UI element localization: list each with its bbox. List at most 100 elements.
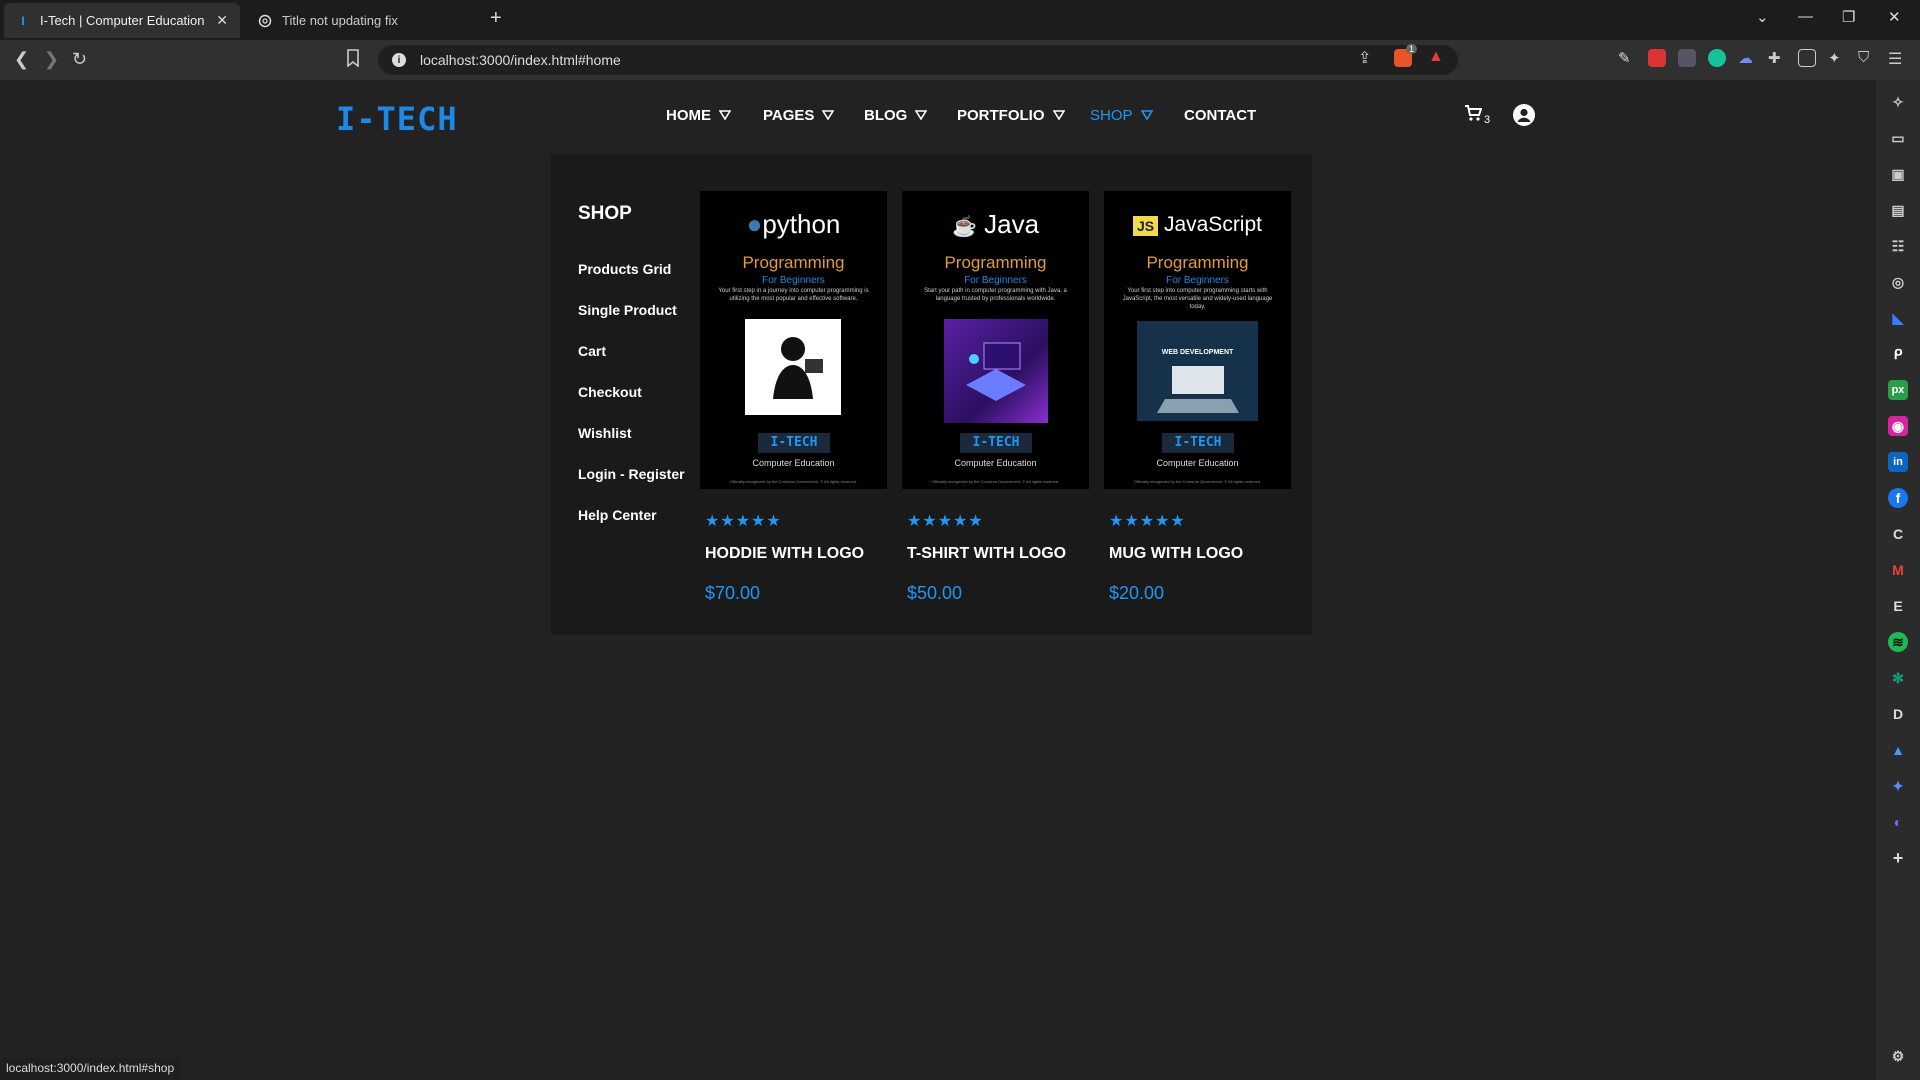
site-logo[interactable]: I-TECH bbox=[336, 100, 458, 138]
spotify-icon[interactable]: ≋ bbox=[1888, 632, 1908, 652]
browser-tab-bar: I I-Tech | Computer Education In ✕ Title… bbox=[0, 0, 1920, 40]
cover-subtitle: For Beginners bbox=[964, 275, 1027, 286]
product-image-python[interactable]: ●python Programming For Beginners Your f… bbox=[700, 191, 887, 489]
grammarly-icon[interactable] bbox=[1708, 49, 1726, 67]
linkedin-icon[interactable]: in bbox=[1888, 452, 1908, 472]
nav-pages[interactable]: PAGES bbox=[763, 107, 835, 124]
cart-count: 3 bbox=[1484, 114, 1491, 126]
cover-language-text: python bbox=[762, 209, 841, 239]
menu-link-cart[interactable]: Cart bbox=[578, 343, 606, 359]
nav-label: PORTFOLIO bbox=[957, 107, 1045, 124]
nav-portfolio[interactable]: PORTFOLIO bbox=[957, 107, 1065, 124]
instagram-icon[interactable]: ◉ bbox=[1888, 416, 1908, 436]
vpn-shield-icon[interactable]: ⛉ bbox=[1858, 49, 1876, 67]
rating-stars: ★★★★★ bbox=[907, 513, 984, 530]
tab-inactive[interactable]: Title not updating fix bbox=[246, 3, 482, 38]
product-image-javascript[interactable]: JS JavaScript Programming For Beginners … bbox=[1104, 191, 1291, 489]
settings-gear-icon[interactable]: ⚙ bbox=[1888, 1046, 1908, 1066]
nav-label: PAGES bbox=[763, 107, 815, 124]
menu-link-help-center[interactable]: Help Center bbox=[578, 507, 657, 523]
tab-title: I-Tech | Computer Education In bbox=[40, 13, 209, 28]
cover-subtitle: For Beginners bbox=[762, 275, 825, 286]
copilot-icon[interactable]: ◐ bbox=[1888, 812, 1908, 832]
gmail-icon[interactable]: M bbox=[1888, 560, 1908, 580]
address-bar[interactable]: i localhost:3000/index.html#home bbox=[378, 45, 1458, 75]
wallet-icon[interactable] bbox=[1798, 49, 1816, 67]
c-icon[interactable]: C bbox=[1888, 524, 1908, 544]
cover-subtitle: For Beginners bbox=[1166, 275, 1229, 286]
back-icon[interactable]: ❮ bbox=[14, 49, 29, 70]
cover-footer: Officially recognized by the Comoros Gov… bbox=[931, 479, 1060, 484]
cover-language: ☕ Java bbox=[951, 209, 1040, 239]
minimize-icon[interactable]: — bbox=[1798, 8, 1813, 25]
site-info-icon[interactable]: i bbox=[392, 53, 406, 67]
nav-blog[interactable]: BLOG bbox=[864, 107, 928, 124]
cover-brand-subtitle: Computer Education bbox=[954, 458, 1037, 468]
share-icon[interactable]: ⇪ bbox=[1358, 48, 1371, 68]
postman-icon[interactable]: ᑭ bbox=[1888, 344, 1908, 364]
history-icon[interactable]: ◎ bbox=[1888, 272, 1908, 292]
menu-link-login-register[interactable]: Login - Register bbox=[578, 466, 685, 482]
product-name[interactable]: MUG WITH LOGO bbox=[1109, 545, 1243, 563]
user-account-icon[interactable] bbox=[1513, 104, 1535, 126]
browser-sidebar: ✧ ▭ ▣ ▤ ☷ ◎ ◣ ᑭ px ◉ in f C M E ≋ ✻ D ▲ … bbox=[1876, 80, 1920, 1080]
brave-rewards-icon[interactable]: ▲ bbox=[1428, 48, 1444, 66]
gemini-icon[interactable]: ✦ bbox=[1888, 776, 1908, 796]
nav-shop[interactable]: SHOP bbox=[1090, 107, 1153, 124]
tab-list-chevron-icon[interactable]: ⌄ bbox=[1756, 8, 1769, 26]
cover-brand-subtitle: Computer Education bbox=[752, 458, 835, 468]
azure-icon[interactable]: ▲ bbox=[1888, 740, 1908, 760]
menu-link-checkout[interactable]: Checkout bbox=[578, 384, 642, 400]
e-icon[interactable]: E bbox=[1888, 596, 1908, 616]
mega-menu-title: SHOP bbox=[578, 203, 632, 224]
product-price: $50.00 bbox=[907, 583, 963, 603]
nav-home[interactable]: HOME bbox=[666, 107, 731, 124]
pixel-icon[interactable]: px bbox=[1888, 380, 1908, 400]
rating-stars: ★★★★★ bbox=[705, 513, 782, 530]
cover-illustration bbox=[944, 319, 1048, 423]
menu-link-products-grid[interactable]: Products Grid bbox=[578, 261, 671, 277]
nav-contact[interactable]: CONTACT bbox=[1184, 107, 1256, 124]
menu-link-wishlist[interactable]: Wishlist bbox=[578, 425, 632, 441]
chatgpt-sidebar-icon[interactable]: ✻ bbox=[1888, 668, 1908, 688]
cover-language-text: Java bbox=[984, 209, 1040, 239]
cover-illustration: WEB DEVELOPMENT bbox=[1137, 321, 1258, 421]
nav-label: BLOG bbox=[864, 107, 908, 124]
restore-icon[interactable]: ❐ bbox=[1842, 8, 1855, 26]
menu-link-single-product[interactable]: Single Product bbox=[578, 302, 677, 318]
cover-title: Programming bbox=[1146, 253, 1249, 272]
bookmark-icon[interactable] bbox=[346, 49, 360, 72]
vercel-icon[interactable]: ◣ bbox=[1888, 308, 1908, 328]
add-sidebar-item-icon[interactable]: + bbox=[1888, 848, 1908, 868]
pen-icon[interactable]: ✎ bbox=[1618, 49, 1636, 67]
cover-language: JS JavaScript bbox=[1104, 213, 1291, 237]
close-window-icon[interactable]: ✕ bbox=[1888, 8, 1901, 26]
d-icon[interactable]: D bbox=[1888, 704, 1908, 724]
playlist-icon[interactable]: ▭ bbox=[1888, 128, 1908, 148]
cover-illustration bbox=[745, 319, 841, 415]
facebook-icon[interactable]: f bbox=[1888, 488, 1908, 508]
tab-active[interactable]: I I-Tech | Computer Education In ✕ bbox=[4, 3, 240, 38]
product-image-java[interactable]: ☕ Java Programming For Beginners Start y… bbox=[902, 191, 1089, 489]
tab-title: Title not updating fix bbox=[282, 13, 398, 28]
menu-icon[interactable]: ☰ bbox=[1888, 49, 1906, 68]
bookmarks-sidebar-icon[interactable]: ▤ bbox=[1888, 200, 1908, 220]
leo-sidebar-icon[interactable]: ✧ bbox=[1888, 92, 1908, 112]
chatgpt-icon bbox=[258, 14, 272, 28]
forward-icon[interactable]: ❯ bbox=[44, 49, 59, 70]
cart-icon[interactable] bbox=[1464, 104, 1483, 128]
product-name[interactable]: HODDIE WITH LOGO bbox=[705, 545, 864, 563]
wallet-sidebar-icon[interactable]: ▣ bbox=[1888, 164, 1908, 184]
product-name[interactable]: T-SHIRT WITH LOGO bbox=[907, 545, 1066, 563]
new-tab-icon[interactable]: + bbox=[490, 7, 502, 30]
extension-grid-icon[interactable] bbox=[1678, 49, 1696, 67]
leo-ai-icon[interactable]: ✦ bbox=[1828, 49, 1846, 67]
cloud-icon[interactable]: ☁ bbox=[1738, 49, 1756, 67]
reload-icon[interactable]: ↻ bbox=[72, 49, 87, 70]
extension-red-icon[interactable] bbox=[1648, 49, 1666, 67]
extensions-puzzle-icon[interactable]: ✚ bbox=[1768, 49, 1786, 67]
reading-list-icon[interactable]: ☷ bbox=[1888, 236, 1908, 256]
site-favicon-icon: I bbox=[21, 13, 25, 28]
shields-badge: 1 bbox=[1406, 44, 1418, 54]
close-tab-icon[interactable]: ✕ bbox=[216, 12, 228, 29]
